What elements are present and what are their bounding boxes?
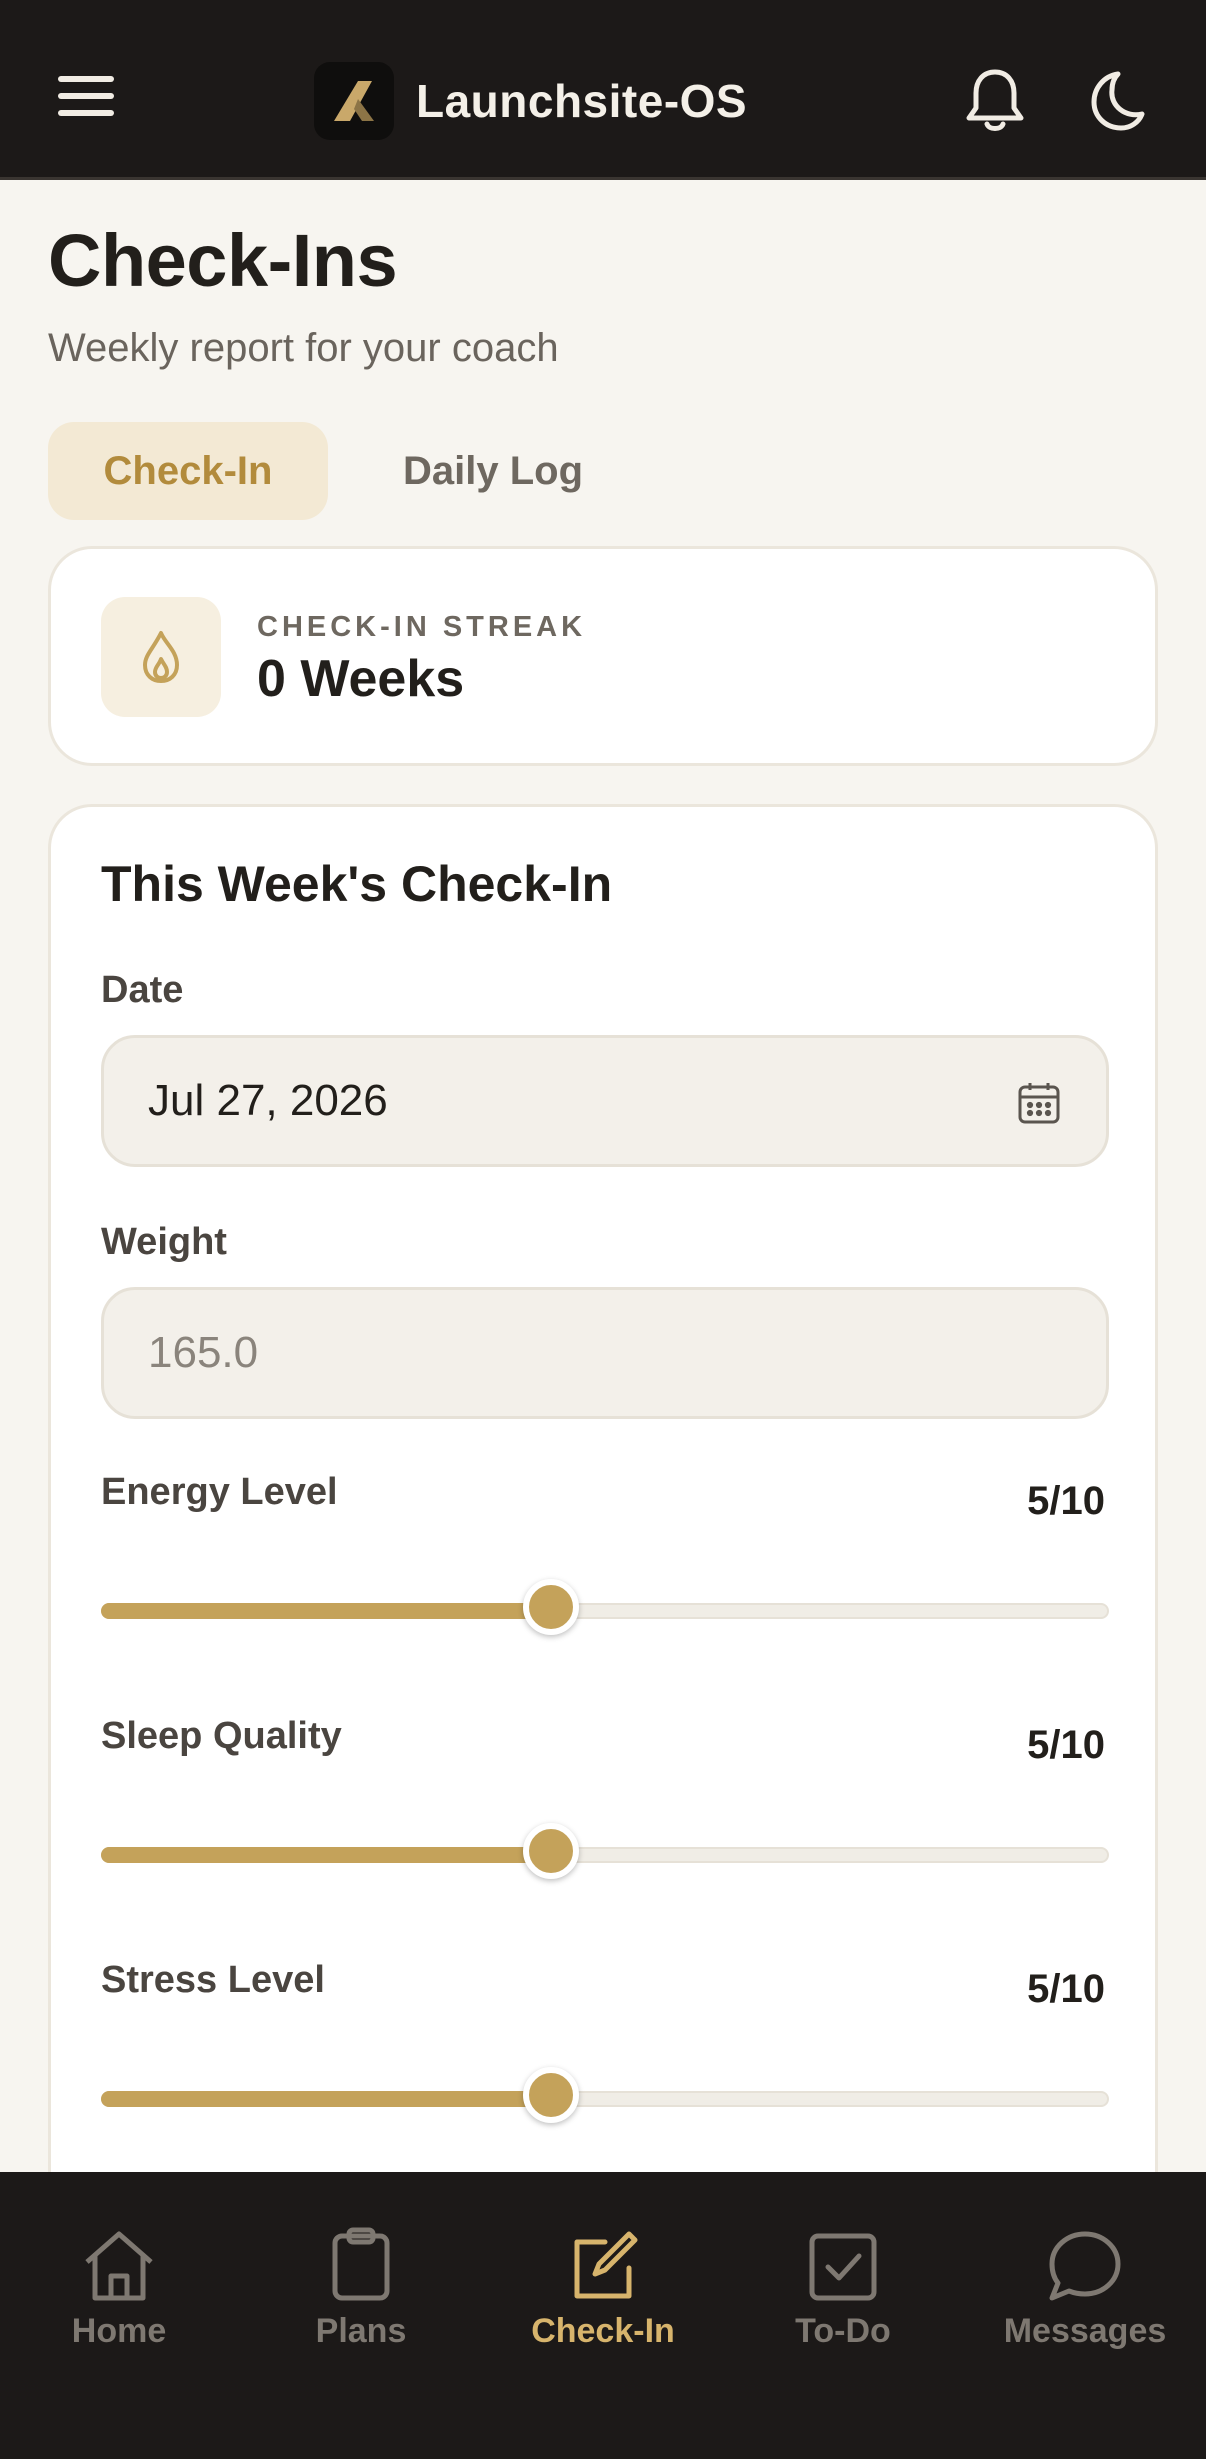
stress-level-slider-thumb[interactable] — [523, 2067, 579, 2123]
weight-placeholder: 165.0 — [148, 1328, 259, 1377]
nav-messages[interactable]: Messages — [975, 2222, 1195, 2351]
app-brand: Launchsite-OS — [314, 62, 747, 140]
page-subtitle: Weekly report for your coach — [48, 326, 559, 370]
weight-field[interactable]: 165.0 — [101, 1287, 1109, 1419]
clipboard-icon — [251, 2222, 471, 2302]
stress-level-label: Stress Level — [101, 1959, 325, 2001]
sleep-quality-slider[interactable] — [101, 1823, 1109, 1879]
date-label: Date — [101, 969, 184, 1011]
nav-messages-label: Messages — [1003, 2312, 1167, 2350]
page-title: Check-Ins — [48, 219, 398, 302]
sleep-quality-slider-fill — [101, 1847, 549, 1863]
top-app-bar: Launchsite-OS — [0, 0, 1206, 180]
energy-level-label: Energy Level — [101, 1471, 338, 1513]
energy-level-slider-thumb[interactable] — [523, 1579, 579, 1635]
nav-home-label: Home — [71, 2312, 167, 2350]
tab-daily-log[interactable]: Daily Log — [370, 422, 616, 520]
stress-level-slider-fill — [101, 2091, 549, 2107]
weight-label: Weight — [101, 1221, 227, 1263]
stress-level-slider[interactable] — [101, 2067, 1109, 2123]
checkbox-icon — [733, 2222, 953, 2302]
nav-plans[interactable]: Plans — [251, 2222, 471, 2351]
edit-square-icon — [493, 2222, 713, 2302]
form-title: This Week's Check-In — [101, 856, 613, 912]
app-title: Launchsite-OS — [416, 75, 748, 127]
sleep-quality-label: Sleep Quality — [101, 1715, 342, 1757]
tab-check-in[interactable]: Check-In — [48, 422, 328, 520]
nav-check-in-label: Check-In — [531, 2312, 675, 2350]
nav-plans-label: Plans — [315, 2312, 407, 2350]
calendar-icon[interactable] — [1016, 1080, 1062, 1126]
energy-level-slider-fill — [101, 1603, 549, 1619]
stress-level-value: 5/10 — [1027, 1967, 1105, 2011]
sleep-quality-slider-thumb[interactable] — [523, 1823, 579, 1879]
sleep-quality-value: 5/10 — [1027, 1723, 1105, 1767]
bell-icon[interactable] — [964, 66, 1026, 134]
streak-label: CHECK-IN STREAK — [257, 611, 587, 643]
nav-to-do-label: To-Do — [795, 2312, 891, 2350]
date-field[interactable]: Jul 27, 2026 — [101, 1035, 1109, 1167]
moon-icon[interactable] — [1084, 68, 1146, 132]
nav-check-in[interactable]: Check-In — [493, 2222, 713, 2351]
nav-to-do[interactable]: To-Do — [733, 2222, 953, 2351]
chat-bubble-icon — [975, 2222, 1195, 2302]
home-icon — [9, 2222, 229, 2302]
streak-card: CHECK-IN STREAK 0 Weeks — [48, 546, 1158, 766]
bottom-navigation: Home Plans Check-In To-Do Messages — [0, 2172, 1206, 2459]
nav-home[interactable]: Home — [9, 2222, 229, 2351]
energy-level-value: 5/10 — [1027, 1479, 1105, 1523]
energy-level-slider[interactable] — [101, 1579, 1109, 1635]
flame-icon — [101, 597, 221, 717]
app-logo — [314, 62, 394, 140]
streak-value: 0 Weeks — [257, 650, 465, 708]
hamburger-menu-icon[interactable] — [58, 76, 118, 120]
date-value: Jul 27, 2026 — [148, 1076, 388, 1125]
